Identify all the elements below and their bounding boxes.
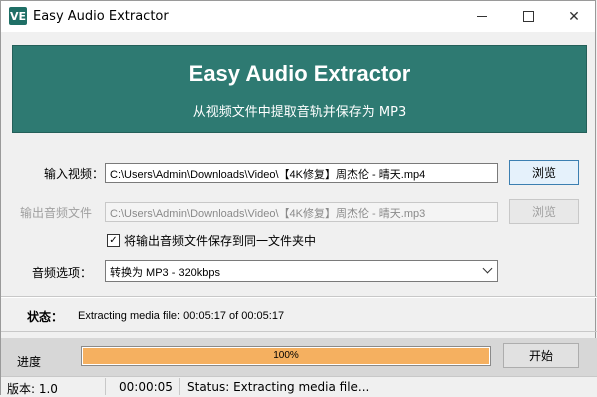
audio-option-select[interactable]: 转换为 MP3 - 320kbps <box>105 260 498 282</box>
chevron-down-icon <box>482 263 493 274</box>
statusbar-separator <box>105 378 106 395</box>
input-video-field[interactable]: C:\Users\Admin\Downloads\Video\【4K修复】周杰伦… <box>105 163 498 183</box>
status-text: Extracting media file: 00:05:17 of 00:05… <box>78 310 285 322</box>
output-audio-field[interactable]: C:\Users\Admin\Downloads\Video\【4K修复】周杰伦… <box>105 202 498 222</box>
elapsed-time: 00:00:05 <box>119 380 173 394</box>
progress-label: 进度 <box>17 355 42 369</box>
minimize-button[interactable] <box>459 1 505 32</box>
close-button[interactable]: ✕ <box>551 1 597 32</box>
browse-input-button[interactable]: 浏览 <box>509 160 579 185</box>
statusbar-separator <box>179 378 180 395</box>
same-folder-checkbox[interactable]: ✓ <box>107 234 120 247</box>
title-bar[interactable]: VE Easy Audio Extractor ✕ <box>1 1 595 32</box>
audio-option-value: 转换为 MP3 - 320kbps <box>110 267 221 279</box>
close-icon: ✕ <box>568 8 580 25</box>
statusbar-status: Status: Extracting media file... <box>187 380 370 394</box>
input-video-label: 输入视频： <box>44 167 105 181</box>
maximize-icon <box>522 11 534 22</box>
browse-output-button[interactable]: 浏览 <box>509 199 579 224</box>
minimize-icon <box>477 16 487 17</box>
same-folder-checkbox-label: 将输出音频文件保存到同一文件夹中 <box>124 234 317 248</box>
banner-subtitle: 从视频文件中提取音轨并保存为 MP3 <box>192 105 407 120</box>
progress-percent: 100% <box>273 350 299 361</box>
header-banner: Easy Audio Extractor 从视频文件中提取音轨并保存为 MP3 <box>12 45 587 133</box>
output-audio-label: 输出音频文件 <box>20 206 93 220</box>
status-label: 状态： <box>27 310 64 324</box>
status-bar: 版本: 1.0 00:00:05 Status: Extracting medi… <box>1 376 597 396</box>
same-folder-option[interactable]: ✓ 将输出音频文件保存到同一文件夹中 <box>107 232 316 249</box>
divider <box>1 331 597 332</box>
maximize-button[interactable] <box>505 1 551 32</box>
app-window: VE Easy Audio Extractor ✕ Easy Audio Ext… <box>0 0 597 396</box>
progress-panel: 进度 100% 开始 <box>1 338 597 376</box>
divider-highlight <box>1 297 597 298</box>
start-button[interactable]: 开始 <box>503 343 579 368</box>
audio-option-label: 音频选项： <box>32 266 93 280</box>
window-title: Easy Audio Extractor <box>33 9 169 24</box>
app-logo-icon: VE <box>9 7 27 25</box>
banner-title: Easy Audio Extractor <box>188 61 411 86</box>
progress-bar: 100% <box>81 346 491 366</box>
version-text: 版本: 1.0 <box>7 382 58 396</box>
